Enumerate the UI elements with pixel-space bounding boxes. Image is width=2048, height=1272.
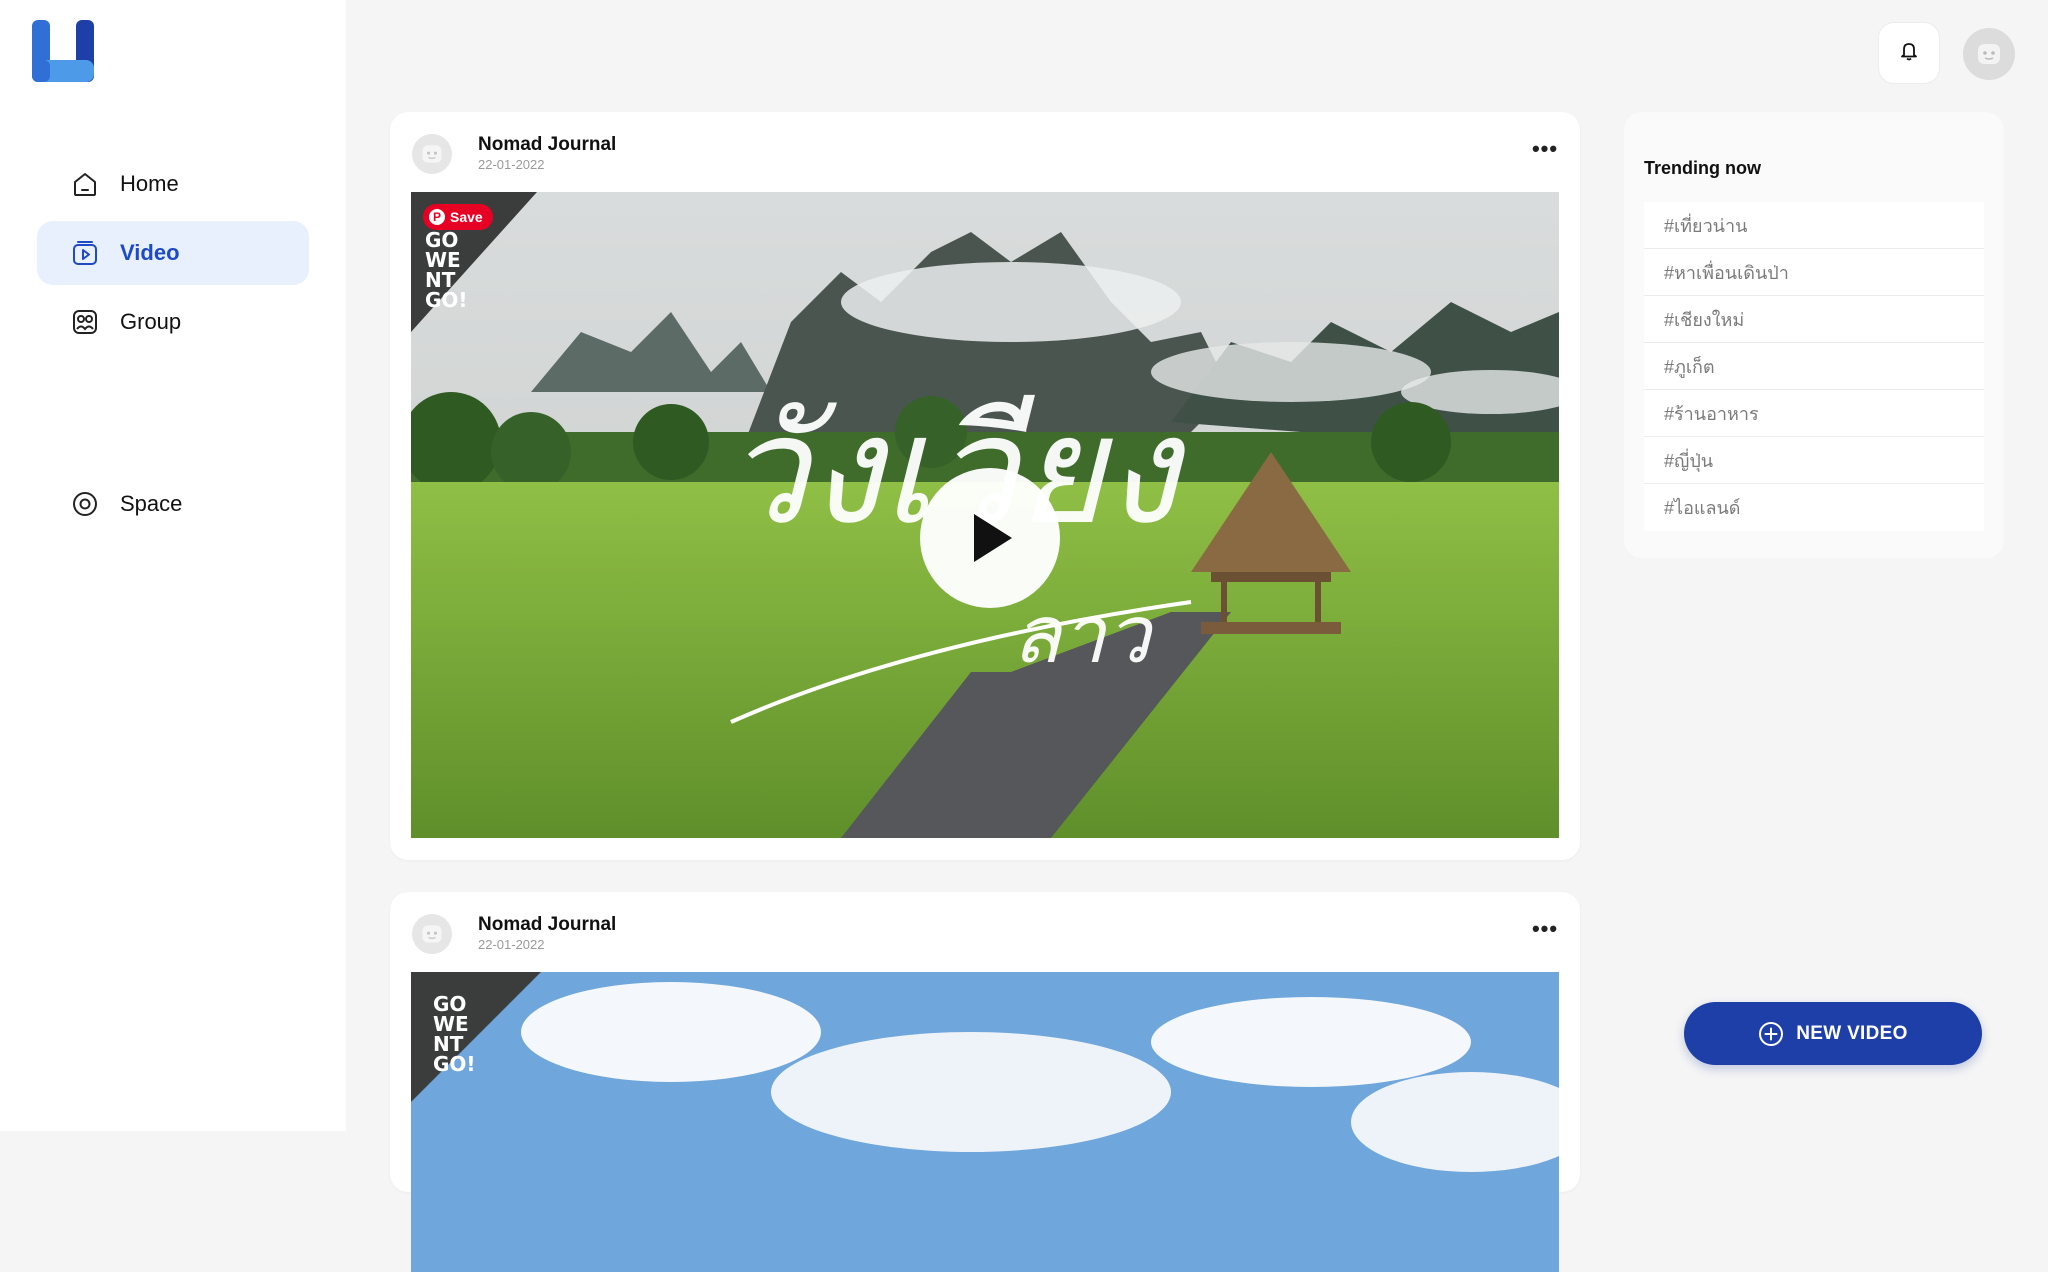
more-options-button[interactable]: ••• [1528, 916, 1562, 941]
bell-icon [1900, 41, 1918, 66]
app-logo[interactable] [32, 20, 94, 82]
sidebar-item-video[interactable]: Video [37, 221, 309, 285]
play-icon [960, 508, 1020, 568]
more-options-button[interactable]: ••• [1528, 136, 1562, 161]
trending-tag[interactable]: #เชียงใหม่ [1644, 296, 1984, 343]
trending-tag[interactable]: #ญี่ปุ่น [1644, 437, 1984, 484]
sidebar-item-home[interactable]: Home [37, 152, 309, 216]
save-label: Save [450, 209, 483, 225]
sidebar-item-label: Video [120, 240, 180, 265]
sidebar: Home Video Group Space [0, 0, 346, 1131]
sidebar-item-space[interactable]: Space [37, 472, 309, 536]
brand-text: GO WENT GO! [425, 228, 468, 312]
new-video-button[interactable]: NEW VIDEO [1684, 1002, 1982, 1065]
more-icon: ••• [1531, 916, 1559, 941]
post-author[interactable]: Nomad Journal [478, 134, 616, 156]
sidebar-item-label: Space [120, 491, 183, 516]
pinterest-icon: P [429, 209, 445, 225]
post-date: 22-01-2022 [478, 937, 545, 952]
video-thumbnail[interactable]: วังเวียง ลาว GO WENT GO! P Save [411, 192, 1559, 838]
post-date: 22-01-2022 [478, 157, 545, 172]
video-icon [70, 238, 100, 268]
thumbnail-image [411, 972, 1559, 1272]
new-video-label: NEW VIDEO [1796, 1022, 1908, 1044]
home-icon [70, 169, 100, 199]
pinterest-save-button[interactable]: P Save [423, 204, 493, 230]
author-avatar[interactable] [412, 134, 452, 174]
post-author[interactable]: Nomad Journal [478, 914, 616, 936]
group-icon [70, 307, 100, 337]
space-icon [70, 489, 100, 519]
trending-list: #เที่ยวน่าน #หาเพื่อนเดินป่า #เชียงใหม่ … [1644, 202, 1984, 531]
more-icon: ••• [1531, 136, 1559, 161]
sidebar-item-label: Group [120, 309, 182, 334]
author-avatar[interactable] [412, 914, 452, 954]
trending-tag[interactable]: #เที่ยวน่าน [1644, 202, 1984, 249]
brand-watermark: GO WENT GO! [425, 230, 475, 310]
notifications-button[interactable] [1878, 22, 1940, 84]
svg-text:ลาว: ลาว [1012, 588, 1155, 681]
video-post: Nomad Journal 22-01-2022 ••• วังเวียง ลา… [390, 112, 1580, 860]
trending-tag[interactable]: #หาเพื่อนเดินป่า [1644, 249, 1984, 296]
trending-title: Trending now [1644, 158, 1761, 178]
brand-text: GO WENT GO! [433, 992, 476, 1076]
video-post: Nomad Journal 22-01-2022 ••• GO WENT GO! [390, 892, 1580, 1272]
sidebar-item-group[interactable]: Group [37, 290, 309, 354]
trending-panel: Trending now #เที่ยวน่าน #หาเพื่อนเดินป่… [1624, 112, 2004, 558]
play-button[interactable] [920, 468, 1060, 608]
sidebar-item-label: Home [120, 171, 179, 196]
brand-watermark: GO WENT GO! [433, 994, 483, 1074]
video-thumbnail[interactable]: GO WENT GO! [411, 972, 1559, 1272]
trending-tag[interactable]: #ภูเก็ต [1644, 343, 1984, 390]
trending-tag[interactable]: #ไอแลนด์ [1644, 484, 1984, 531]
plus-circle-icon [1758, 1021, 1784, 1047]
trending-tag[interactable]: #ร้านอาหาร [1644, 390, 1984, 437]
user-avatar[interactable] [1963, 28, 2015, 80]
